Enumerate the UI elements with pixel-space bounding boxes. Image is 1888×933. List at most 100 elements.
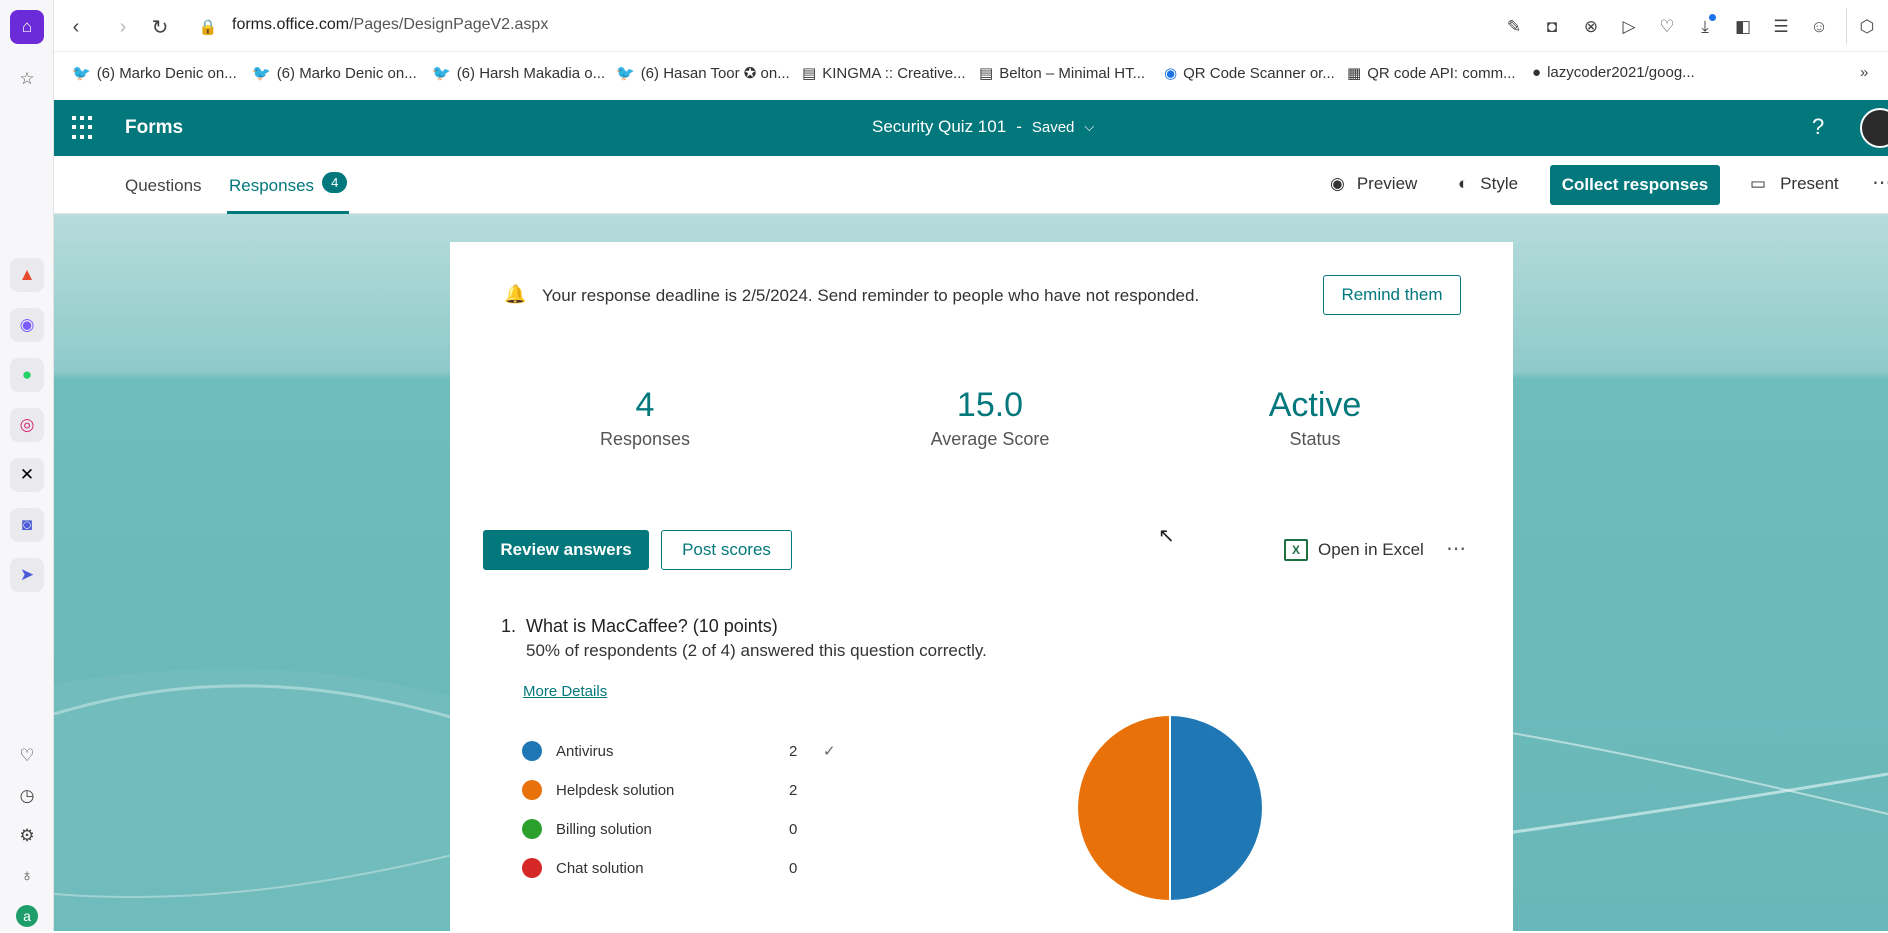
app-launcher-grid-icon[interactable] bbox=[72, 116, 96, 140]
play-icon[interactable]: ▷ bbox=[1616, 14, 1642, 40]
history-icon[interactable]: ◷ bbox=[10, 779, 44, 813]
settings-icon[interactable]: ⚙ bbox=[10, 819, 44, 853]
bookmark-label: (6) Marko Denic on... bbox=[96, 64, 237, 82]
more-actions-icon[interactable]: ⋯ bbox=[1446, 536, 1466, 561]
tab-questions[interactable]: Questions bbox=[125, 176, 202, 196]
collect-responses-button[interactable]: Collect responses bbox=[1550, 165, 1720, 205]
open-in-excel-button[interactable]: X Open in Excel bbox=[1284, 539, 1424, 561]
edit-icon[interactable]: ✎ bbox=[1501, 14, 1527, 40]
extension-icon[interactable]: ⬡ bbox=[1854, 14, 1880, 40]
pie-slice-helpdesk-solution bbox=[1076, 713, 1171, 903]
page-icon: ▤ bbox=[979, 65, 994, 82]
twitter-icon: 🐦 bbox=[616, 65, 635, 82]
app-launcher-icon[interactable]: ▲ bbox=[10, 258, 44, 292]
forward-icon[interactable]: › bbox=[109, 13, 137, 41]
legend-swatch bbox=[522, 780, 542, 800]
bookmark-item[interactable]: ◉ QR Code Scanner or... bbox=[1164, 64, 1335, 83]
bookmark-item[interactable]: ● lazycoder2021/goog... bbox=[1532, 64, 1695, 81]
home-icon[interactable]: ⌂ bbox=[10, 10, 44, 44]
review-answers-button[interactable]: Review answers bbox=[483, 530, 649, 570]
legend-count: 0 bbox=[789, 859, 798, 877]
avatar[interactable] bbox=[1860, 108, 1888, 148]
stat-average-score: 15.0 Average Score bbox=[890, 386, 1090, 450]
favorite-icon[interactable]: ♡ bbox=[1654, 14, 1680, 40]
stat-status: Active Status bbox=[1235, 386, 1395, 450]
url-domain: forms.office.com bbox=[232, 16, 350, 33]
tips-icon[interactable]: ♁ bbox=[10, 859, 44, 893]
bookmark-label: QR code API: comm... bbox=[1367, 64, 1516, 82]
url-field[interactable]: forms.office.com/Pages/DesignPageV2.aspx bbox=[232, 16, 548, 34]
block-icon[interactable]: ⊗ bbox=[1578, 14, 1604, 40]
github-icon: ● bbox=[1532, 64, 1542, 81]
pie-slice-antivirus bbox=[1169, 713, 1264, 903]
remind-them-button[interactable]: Remind them bbox=[1323, 275, 1461, 315]
correct-check-icon: ✓ bbox=[823, 743, 836, 760]
legend-item: Chat solution 0 bbox=[522, 856, 823, 880]
legend-swatch bbox=[522, 858, 542, 878]
headset-icon[interactable]: ◙ bbox=[10, 508, 44, 542]
post-scores-button[interactable]: Post scores bbox=[661, 530, 792, 570]
legend-item: Billing solution 0 bbox=[522, 817, 823, 841]
more-details-link[interactable]: More Details bbox=[523, 683, 607, 700]
responses-card: 🔔 Your response deadline is 2/5/2024. Se… bbox=[450, 242, 1513, 931]
tune-icon[interactable]: ☰ bbox=[1768, 14, 1794, 40]
send-icon[interactable]: ➤ bbox=[10, 558, 44, 592]
legend-count: 0 bbox=[789, 820, 798, 838]
style-button[interactable]: ◐ Style bbox=[1458, 174, 1518, 194]
browser-chrome: ‹ › ↻ 🔒 forms.office.com/Pages/DesignPag… bbox=[54, 0, 1888, 103]
bookmark-label: lazycoder2021/goog... bbox=[1547, 64, 1695, 81]
app-name[interactable]: Forms bbox=[125, 117, 183, 139]
legend-swatch bbox=[522, 741, 542, 761]
heart-icon[interactable]: ♡ bbox=[10, 739, 44, 773]
present-button[interactable]: ▭ Present bbox=[1750, 174, 1839, 194]
tab-responses[interactable]: Responses 4 bbox=[227, 172, 350, 214]
divider bbox=[1846, 8, 1847, 44]
bookmark-item[interactable]: 🐦 (6) Marko Denic on... bbox=[252, 64, 417, 83]
legend-item: Helpdesk solution 2 bbox=[522, 778, 823, 802]
more-options-icon[interactable]: ⋯ bbox=[1872, 170, 1888, 195]
download-icon[interactable]: ⤓ bbox=[1692, 14, 1718, 40]
legend-label: Billing solution bbox=[556, 820, 652, 838]
star-icon[interactable]: ☆ bbox=[10, 62, 44, 96]
messenger-icon[interactable]: ◉ bbox=[10, 308, 44, 342]
legend-count: 2 bbox=[789, 742, 798, 760]
excel-icon: X bbox=[1284, 539, 1308, 561]
stat-label: Average Score bbox=[930, 429, 1050, 449]
preview-button[interactable]: ◉ Preview bbox=[1330, 174, 1417, 194]
browser-sidebar: ⌂ ☆ ▲ ◉ ● ◎ ✕ ◙ ➤ ♡ ◷ ⚙ ♁ a bbox=[0, 0, 54, 931]
bookmark-item[interactable]: ▤ Belton – Minimal HT... bbox=[979, 64, 1145, 83]
bookmark-item[interactable]: 🐦 (6) Marko Denic on... bbox=[72, 64, 237, 83]
instagram-icon[interactable]: ◎ bbox=[10, 408, 44, 442]
stat-value: Active bbox=[1268, 386, 1362, 424]
bell-icon: 🔔 bbox=[504, 284, 527, 304]
bookmark-label: QR Code Scanner or... bbox=[1183, 64, 1335, 82]
back-icon[interactable]: ‹ bbox=[62, 13, 90, 41]
legend-label: Chat solution bbox=[556, 859, 644, 877]
question-summary: 50% of respondents (2 of 4) answered thi… bbox=[526, 641, 987, 660]
camera-icon[interactable]: ◘ bbox=[1539, 14, 1565, 40]
reload-icon[interactable]: ↻ bbox=[146, 13, 174, 41]
chevron-down-icon: ⌵ bbox=[1084, 119, 1095, 134]
bookmark-label: (6) Harsh Makadia o... bbox=[456, 64, 606, 82]
qr-scanner-icon: ◉ bbox=[1164, 65, 1178, 82]
deadline-text: Your response deadline is 2/5/2024. Send… bbox=[542, 286, 1200, 305]
form-title-area[interactable]: Security Quiz 101 - Saved ⌵ bbox=[872, 117, 1094, 137]
bookmark-item[interactable]: ▤ KINGMA :: Creative... bbox=[802, 64, 966, 83]
bookmark-item[interactable]: ▦ QR code API: comm... bbox=[1347, 64, 1516, 83]
x-icon[interactable]: ✕ bbox=[10, 458, 44, 492]
tab-responses-label: Responses bbox=[229, 176, 315, 195]
profile-icon[interactable]: ☺ bbox=[1806, 14, 1832, 40]
eye-icon: ◉ bbox=[1330, 174, 1345, 193]
bookmark-item[interactable]: 🐦 (6) Harsh Makadia o... bbox=[432, 64, 606, 83]
bookmark-item[interactable]: 🐦 (6) Hasan Toor ✪ on... bbox=[616, 64, 790, 82]
bookmark-label: KINGMA :: Creative... bbox=[822, 64, 966, 82]
more-bookmarks-icon[interactable]: » bbox=[1860, 64, 1868, 81]
account-icon[interactable]: a bbox=[10, 899, 44, 933]
page-icon: ▤ bbox=[802, 65, 817, 82]
whatsapp-icon[interactable]: ● bbox=[10, 358, 44, 392]
qr-code-icon: ▦ bbox=[1347, 65, 1362, 82]
help-icon[interactable]: ? bbox=[1812, 114, 1824, 140]
reader-icon[interactable]: ◧ bbox=[1730, 14, 1756, 40]
mouse-cursor: ↖ bbox=[1158, 525, 1175, 547]
monitor-icon: ▭ bbox=[1750, 174, 1767, 193]
